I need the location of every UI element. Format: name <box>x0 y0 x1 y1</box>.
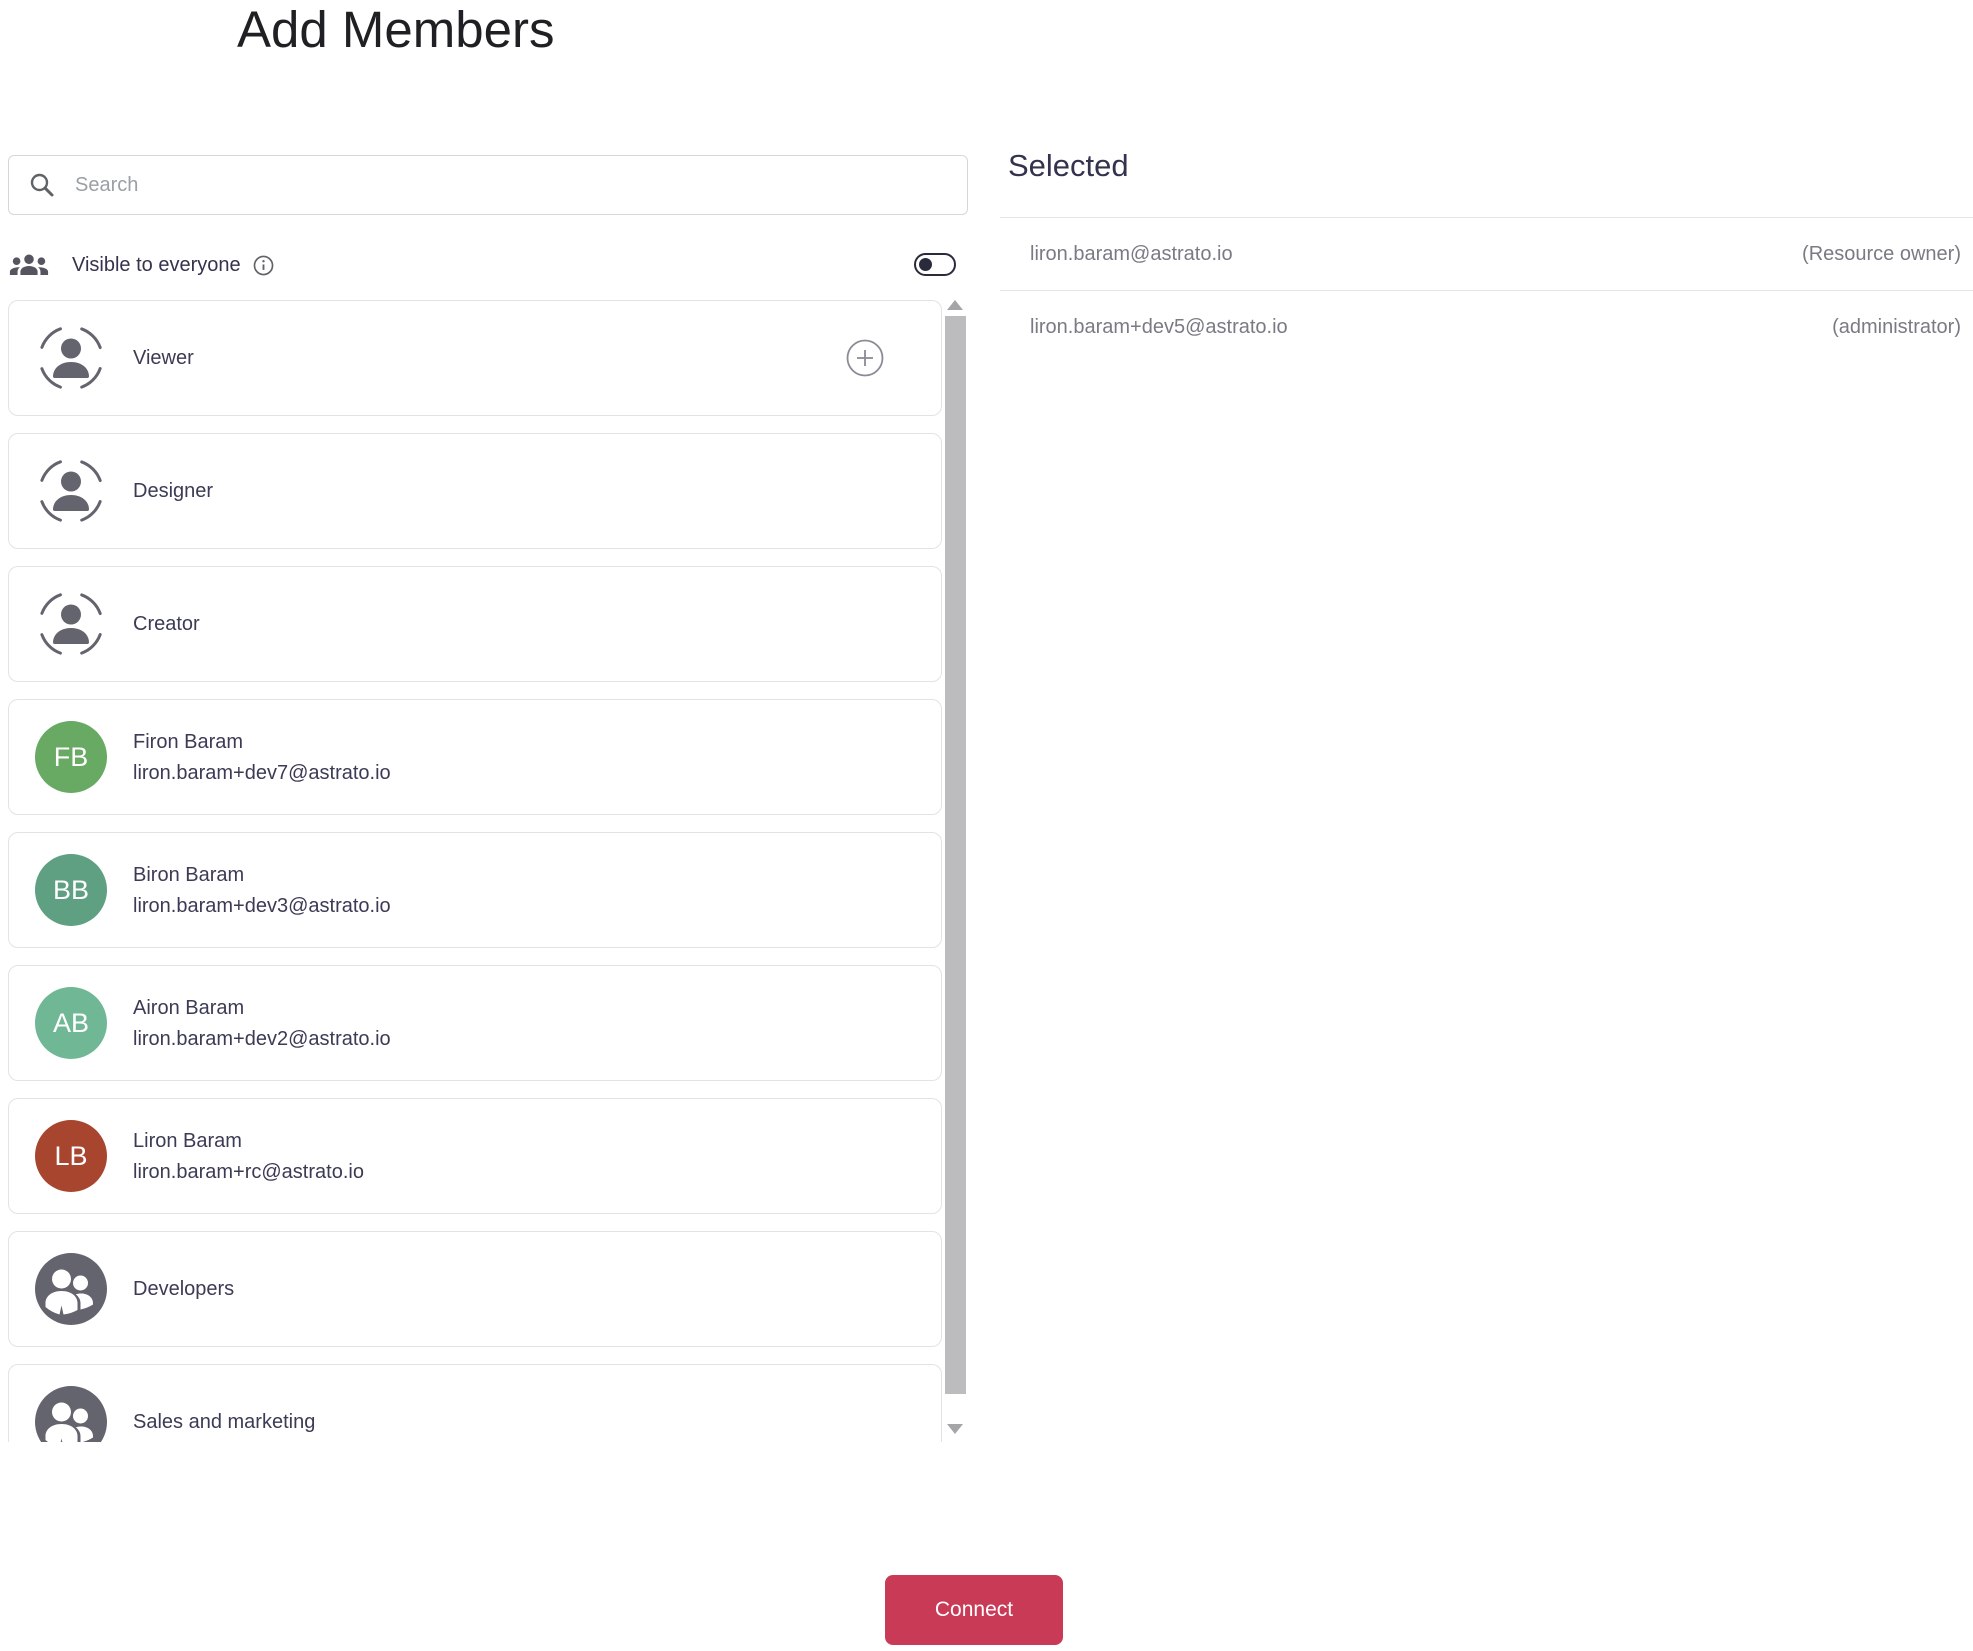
group-avatar-icon <box>35 1386 107 1442</box>
page-title: Add Members <box>237 1 555 58</box>
list-item[interactable]: LB Liron Baram liron.baram+rc@astrato.io <box>8 1098 942 1214</box>
item-label: Viewer <box>133 346 194 369</box>
people-group-icon <box>8 253 50 278</box>
user-email: liron.baram+dev3@astrato.io <box>133 894 391 917</box>
avatar-initials: LB <box>54 1140 88 1171</box>
selected-email: liron.baram+dev5@astrato.io <box>1030 316 1288 338</box>
toggle-knob <box>919 258 932 271</box>
search-box <box>8 155 968 215</box>
visibility-label: Visible to everyone <box>72 253 241 276</box>
selected-email: liron.baram@astrato.io <box>1030 242 1233 265</box>
list-item[interactable]: FB Firon Baram liron.baram+dev7@astrato.… <box>8 699 942 815</box>
item-label: Creator <box>133 612 200 635</box>
user-email: liron.baram+dev7@astrato.io <box>133 761 391 784</box>
selected-header: Selected <box>1000 140 1973 218</box>
scrollbar-down-arrow-icon[interactable] <box>947 1424 963 1434</box>
user-email: liron.baram+rc@astrato.io <box>133 1160 364 1183</box>
user-name: Liron Baram <box>133 1129 242 1152</box>
user-email: liron.baram+dev2@astrato.io <box>133 1027 391 1050</box>
selected-role: (administrator) <box>1832 316 1961 338</box>
selected-row: liron.baram+dev5@astrato.io (administrat… <box>1000 291 1973 364</box>
person-dashed-circle-icon <box>35 588 107 660</box>
add-member-button[interactable] <box>845 338 885 378</box>
avatar: AB <box>35 987 107 1059</box>
selected-panel: Selected liron.baram@astrato.io (Resourc… <box>1000 140 1973 364</box>
avatar-initials: AB <box>52 1007 90 1038</box>
list-item[interactable]: BB Biron Baram liron.baram+dev3@astrato.… <box>8 832 942 948</box>
person-dashed-circle-icon <box>35 455 107 527</box>
visibility-row: Visible to everyone <box>8 240 960 290</box>
item-label: Developers <box>133 1277 235 1300</box>
add-members-dialog: Add Members Visible to everyone <box>0 0 1973 1651</box>
item-label: Sales and marketing <box>133 1410 316 1433</box>
list-item[interactable]: AB Airon Baram liron.baram+dev2@astrato.… <box>8 965 942 1081</box>
plus-circle-icon <box>845 338 885 378</box>
connect-button[interactable]: Connect <box>885 1575 1063 1645</box>
search-input[interactable] <box>73 172 947 198</box>
person-dashed-circle-icon <box>35 322 107 394</box>
search-icon <box>29 172 55 198</box>
avatar-initials: FB <box>53 741 89 772</box>
list-item[interactable]: Designer <box>8 433 942 549</box>
info-icon[interactable] <box>253 255 274 276</box>
list-item[interactable]: Developers <box>8 1231 942 1347</box>
scrollbar-up-arrow-icon[interactable] <box>947 300 963 310</box>
visibility-toggle[interactable] <box>914 253 956 276</box>
user-name: Biron Baram <box>133 863 245 886</box>
item-label: Designer <box>133 479 214 502</box>
member-list: Viewer Designer Creator FB Firon Baram l… <box>8 300 942 1442</box>
scrollbar-thumb[interactable] <box>945 316 966 1394</box>
user-name: Airon Baram <box>133 996 245 1019</box>
avatar-initials: BB <box>52 874 90 905</box>
user-name: Firon Baram <box>133 730 244 753</box>
list-item[interactable]: Viewer <box>8 300 942 416</box>
list-item[interactable]: Creator <box>8 566 942 682</box>
avatar: FB <box>35 721 107 793</box>
selected-list: liron.baram@astrato.io (Resource owner) … <box>1000 218 1973 364</box>
member-list-scrollbar[interactable] <box>945 298 966 1444</box>
avatar: BB <box>35 854 107 926</box>
selected-row: liron.baram@astrato.io (Resource owner) <box>1000 218 1973 291</box>
list-item[interactable]: Sales and marketing <box>8 1364 942 1442</box>
selected-title: Selected <box>1008 148 1129 183</box>
avatar: LB <box>35 1120 107 1192</box>
selected-role: (Resource owner) <box>1802 242 1961 265</box>
group-avatar-icon <box>35 1253 107 1325</box>
